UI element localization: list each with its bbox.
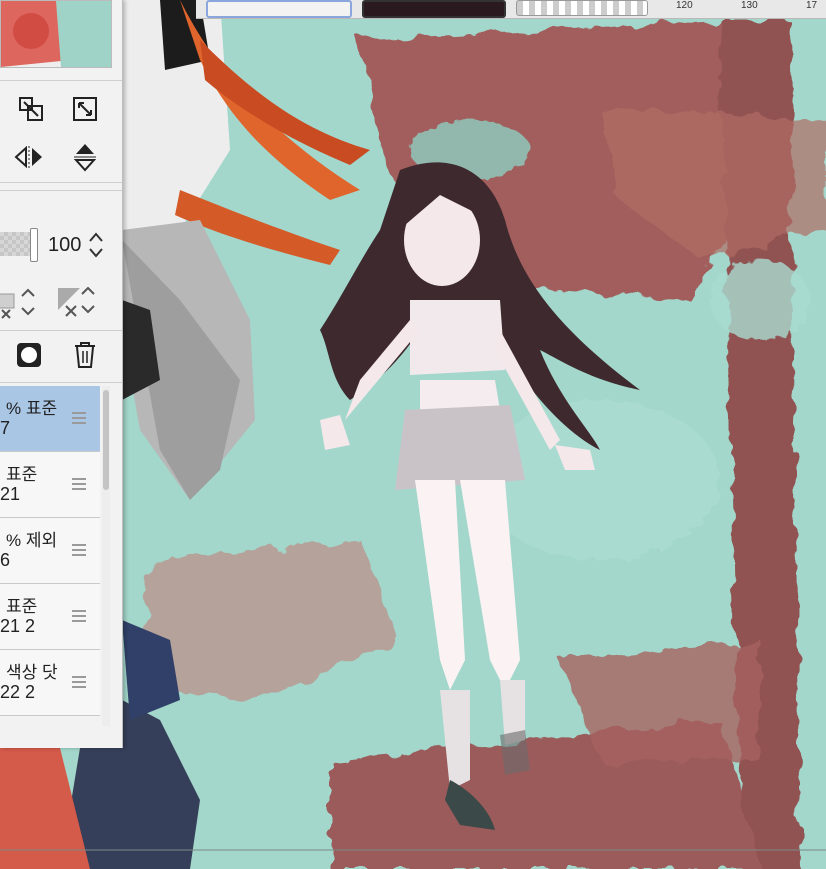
- layer-name: 7: [0, 418, 11, 438]
- artwork-canvas[interactable]: [0, 0, 826, 869]
- color-field-blue[interactable]: [206, 0, 352, 18]
- opacity-stepper[interactable]: [88, 230, 104, 260]
- opacity-value: 100: [48, 234, 82, 256]
- toolbar-number-1: 120: [676, 0, 693, 10]
- opacity-slider-knob[interactable]: [30, 228, 38, 262]
- fit-icon[interactable]: [70, 94, 100, 124]
- top-toolbar: 120 130 17: [196, 0, 826, 19]
- layer-name: 22 2: [0, 682, 36, 702]
- layer-blend-mode: 표준: [6, 465, 38, 484]
- flip-horizontal-icon[interactable]: [14, 142, 44, 172]
- blend-mode-icon[interactable]: [0, 284, 44, 325]
- layer-row[interactable]: 표준 21: [0, 452, 100, 518]
- layer-blend-mode: 표준: [6, 597, 38, 616]
- layer-row[interactable]: 색상 닷 22 2: [0, 650, 100, 716]
- toolbar-number-2: 130: [741, 0, 758, 10]
- layer-panel: 100 % 표준 7 표준 21 % 제외 6 표준 21 2 색상 닷 22 …: [0, 0, 123, 748]
- color-field-dark[interactable]: [362, 0, 506, 18]
- layer-name: 21: [0, 484, 21, 504]
- layer-scrollbar[interactable]: [102, 386, 110, 726]
- navigator-thumbnail[interactable]: [0, 0, 112, 68]
- layer-mask-icon[interactable]: [14, 340, 44, 370]
- scrollbar-thumb[interactable]: [103, 390, 109, 490]
- opacity-row: 100: [0, 222, 122, 268]
- layer-name: 6: [0, 550, 11, 570]
- opacity-slider[interactable]: [0, 232, 34, 256]
- layer-name: 21 2: [0, 616, 36, 636]
- scale-icon[interactable]: [16, 94, 46, 124]
- clipping-icon[interactable]: [56, 284, 106, 325]
- toolbar-number-3: 17: [806, 0, 818, 10]
- drag-handle-icon[interactable]: [72, 544, 86, 556]
- drag-handle-icon[interactable]: [72, 478, 86, 490]
- drag-handle-icon[interactable]: [72, 676, 86, 688]
- pattern-field[interactable]: [516, 0, 648, 16]
- trash-icon[interactable]: [70, 340, 100, 370]
- layer-row[interactable]: % 제외 6: [0, 518, 100, 584]
- layer-blend-mode: 색상 닷: [6, 663, 58, 682]
- flip-vertical-icon[interactable]: [70, 142, 100, 172]
- layer-list: % 표준 7 표준 21 % 제외 6 표준 21 2 색상 닷 22 2: [0, 386, 100, 726]
- drag-handle-icon[interactable]: [72, 610, 86, 622]
- drag-handle-icon[interactable]: [72, 412, 86, 424]
- layer-blend-mode: % 제외: [6, 531, 58, 550]
- layer-blend-mode: % 표준: [6, 399, 58, 418]
- layer-row[interactable]: 표준 21 2: [0, 584, 100, 650]
- layer-row[interactable]: % 표준 7: [0, 386, 100, 452]
